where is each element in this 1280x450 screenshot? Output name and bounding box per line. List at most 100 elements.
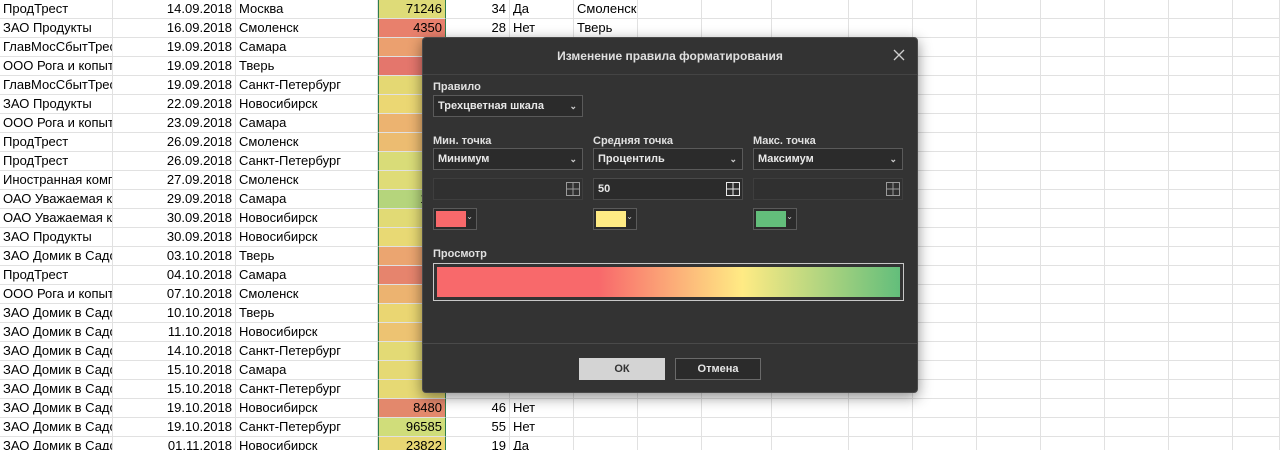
city-cell[interactable]: Тверь — [236, 57, 378, 76]
empty-cell[interactable] — [1105, 95, 1169, 114]
empty-cell[interactable] — [1105, 190, 1169, 209]
flag-cell[interactable]: Да — [510, 437, 574, 450]
empty-cell[interactable] — [1105, 114, 1169, 133]
date-cell[interactable]: 04.10.2018 — [113, 266, 236, 285]
city-cell[interactable]: Смоленск — [236, 285, 378, 304]
empty-cell[interactable] — [702, 399, 772, 418]
empty-cell[interactable] — [1169, 171, 1233, 190]
company-cell[interactable]: ООО Рога и копыта — [0, 57, 113, 76]
city-cell[interactable]: Самара — [236, 361, 378, 380]
empty-cell[interactable] — [1233, 399, 1280, 418]
empty-cell[interactable] — [1105, 399, 1169, 418]
empty-cell[interactable] — [1169, 323, 1233, 342]
company-cell[interactable]: ООО Рога и копыта — [0, 285, 113, 304]
empty-cell[interactable] — [1233, 342, 1280, 361]
empty-cell[interactable] — [1233, 285, 1280, 304]
date-cell[interactable]: 30.09.2018 — [113, 228, 236, 247]
city-cell[interactable]: Самара — [236, 266, 378, 285]
empty-cell[interactable] — [638, 19, 702, 38]
empty-cell[interactable] — [1233, 247, 1280, 266]
city-cell[interactable]: Смоленск — [236, 171, 378, 190]
city-cell[interactable]: Смоленск — [236, 19, 378, 38]
date-cell[interactable]: 22.09.2018 — [113, 95, 236, 114]
empty-cell[interactable] — [913, 114, 977, 133]
date-cell[interactable]: 15.10.2018 — [113, 380, 236, 399]
empty-cell[interactable] — [913, 38, 977, 57]
empty-cell[interactable] — [1169, 95, 1233, 114]
date-cell[interactable]: 11.10.2018 — [113, 323, 236, 342]
amount-cell[interactable]: 23822 — [378, 437, 446, 450]
empty-cell[interactable] — [1041, 19, 1105, 38]
empty-cell[interactable] — [772, 399, 849, 418]
company-cell[interactable]: ЗАО Продукты — [0, 228, 113, 247]
empty-cell[interactable] — [1105, 171, 1169, 190]
ok-button[interactable]: ОК — [579, 358, 665, 380]
company-cell[interactable]: ЗАО Домик в Садовом — [0, 247, 113, 266]
empty-cell[interactable] — [1233, 304, 1280, 323]
empty-cell[interactable] — [1169, 247, 1233, 266]
empty-cell[interactable] — [1041, 0, 1105, 19]
empty-cell[interactable] — [977, 323, 1041, 342]
empty-cell[interactable] — [1105, 0, 1169, 19]
date-cell[interactable]: 23.09.2018 — [113, 114, 236, 133]
city-cell[interactable]: Новосибирск — [236, 228, 378, 247]
city-cell[interactable]: Санкт-Петербург — [236, 342, 378, 361]
rule-type-select[interactable]: Трехцветная шкала ⌄ — [433, 95, 583, 117]
empty-cell[interactable] — [913, 171, 977, 190]
empty-cell[interactable] — [772, 19, 849, 38]
amount-cell[interactable]: 71246 — [378, 0, 446, 19]
amount-cell[interactable]: 8480 — [378, 399, 446, 418]
empty-cell[interactable] — [1041, 190, 1105, 209]
empty-cell[interactable] — [977, 304, 1041, 323]
empty-cell[interactable] — [638, 0, 702, 19]
empty-cell[interactable] — [1105, 152, 1169, 171]
select-range-icon[interactable] — [726, 182, 740, 196]
city-cell[interactable]: Санкт-Петербург — [236, 418, 378, 437]
empty-cell[interactable] — [1169, 114, 1233, 133]
empty-cell[interactable] — [1105, 57, 1169, 76]
empty-cell[interactable] — [1169, 0, 1233, 19]
company-cell[interactable]: ЗАО Продукты — [0, 19, 113, 38]
city-cell[interactable]: Санкт-Петербург — [236, 380, 378, 399]
company-cell[interactable]: ЗАО Домик в Садовом — [0, 304, 113, 323]
empty-cell[interactable] — [1169, 133, 1233, 152]
empty-cell[interactable] — [1105, 76, 1169, 95]
date-cell[interactable]: 19.09.2018 — [113, 57, 236, 76]
empty-cell[interactable] — [977, 342, 1041, 361]
empty-cell[interactable] — [977, 171, 1041, 190]
empty-cell[interactable] — [913, 304, 977, 323]
empty-cell[interactable] — [1169, 399, 1233, 418]
empty-cell[interactable] — [1105, 266, 1169, 285]
empty-cell[interactable] — [977, 190, 1041, 209]
date-cell[interactable]: 01.11.2018 — [113, 437, 236, 450]
empty-cell[interactable] — [1169, 361, 1233, 380]
min-point-type-select[interactable]: Минимум ⌄ — [433, 148, 583, 170]
empty-cell[interactable] — [913, 361, 977, 380]
city-cell[interactable]: Тверь — [236, 247, 378, 266]
empty-cell[interactable] — [1233, 95, 1280, 114]
date-cell[interactable]: 14.09.2018 — [113, 0, 236, 19]
empty-cell[interactable] — [913, 57, 977, 76]
empty-cell[interactable] — [638, 437, 702, 450]
empty-cell[interactable] — [1233, 361, 1280, 380]
empty-cell[interactable] — [849, 418, 913, 437]
company-cell[interactable]: ЗАО Продукты — [0, 95, 113, 114]
empty-cell[interactable] — [977, 209, 1041, 228]
extra-cell[interactable]: Смоленск — [574, 0, 638, 19]
empty-cell[interactable] — [849, 0, 913, 19]
empty-cell[interactable] — [1041, 114, 1105, 133]
select-range-icon[interactable] — [886, 182, 900, 196]
max-point-type-select[interactable]: Максимум ⌄ — [753, 148, 903, 170]
empty-cell[interactable] — [977, 57, 1041, 76]
city-cell[interactable]: Новосибирск — [236, 399, 378, 418]
empty-cell[interactable] — [913, 0, 977, 19]
company-cell[interactable]: ГлавМосСбытТрест — [0, 38, 113, 57]
empty-cell[interactable] — [1169, 304, 1233, 323]
empty-cell[interactable] — [913, 285, 977, 304]
empty-cell[interactable] — [1105, 437, 1169, 450]
empty-cell[interactable] — [913, 190, 977, 209]
company-cell[interactable]: ЗАО Домик в Садовом — [0, 399, 113, 418]
empty-cell[interactable] — [638, 399, 702, 418]
min-point-value-input[interactable] — [433, 178, 583, 200]
date-cell[interactable]: 27.09.2018 — [113, 171, 236, 190]
